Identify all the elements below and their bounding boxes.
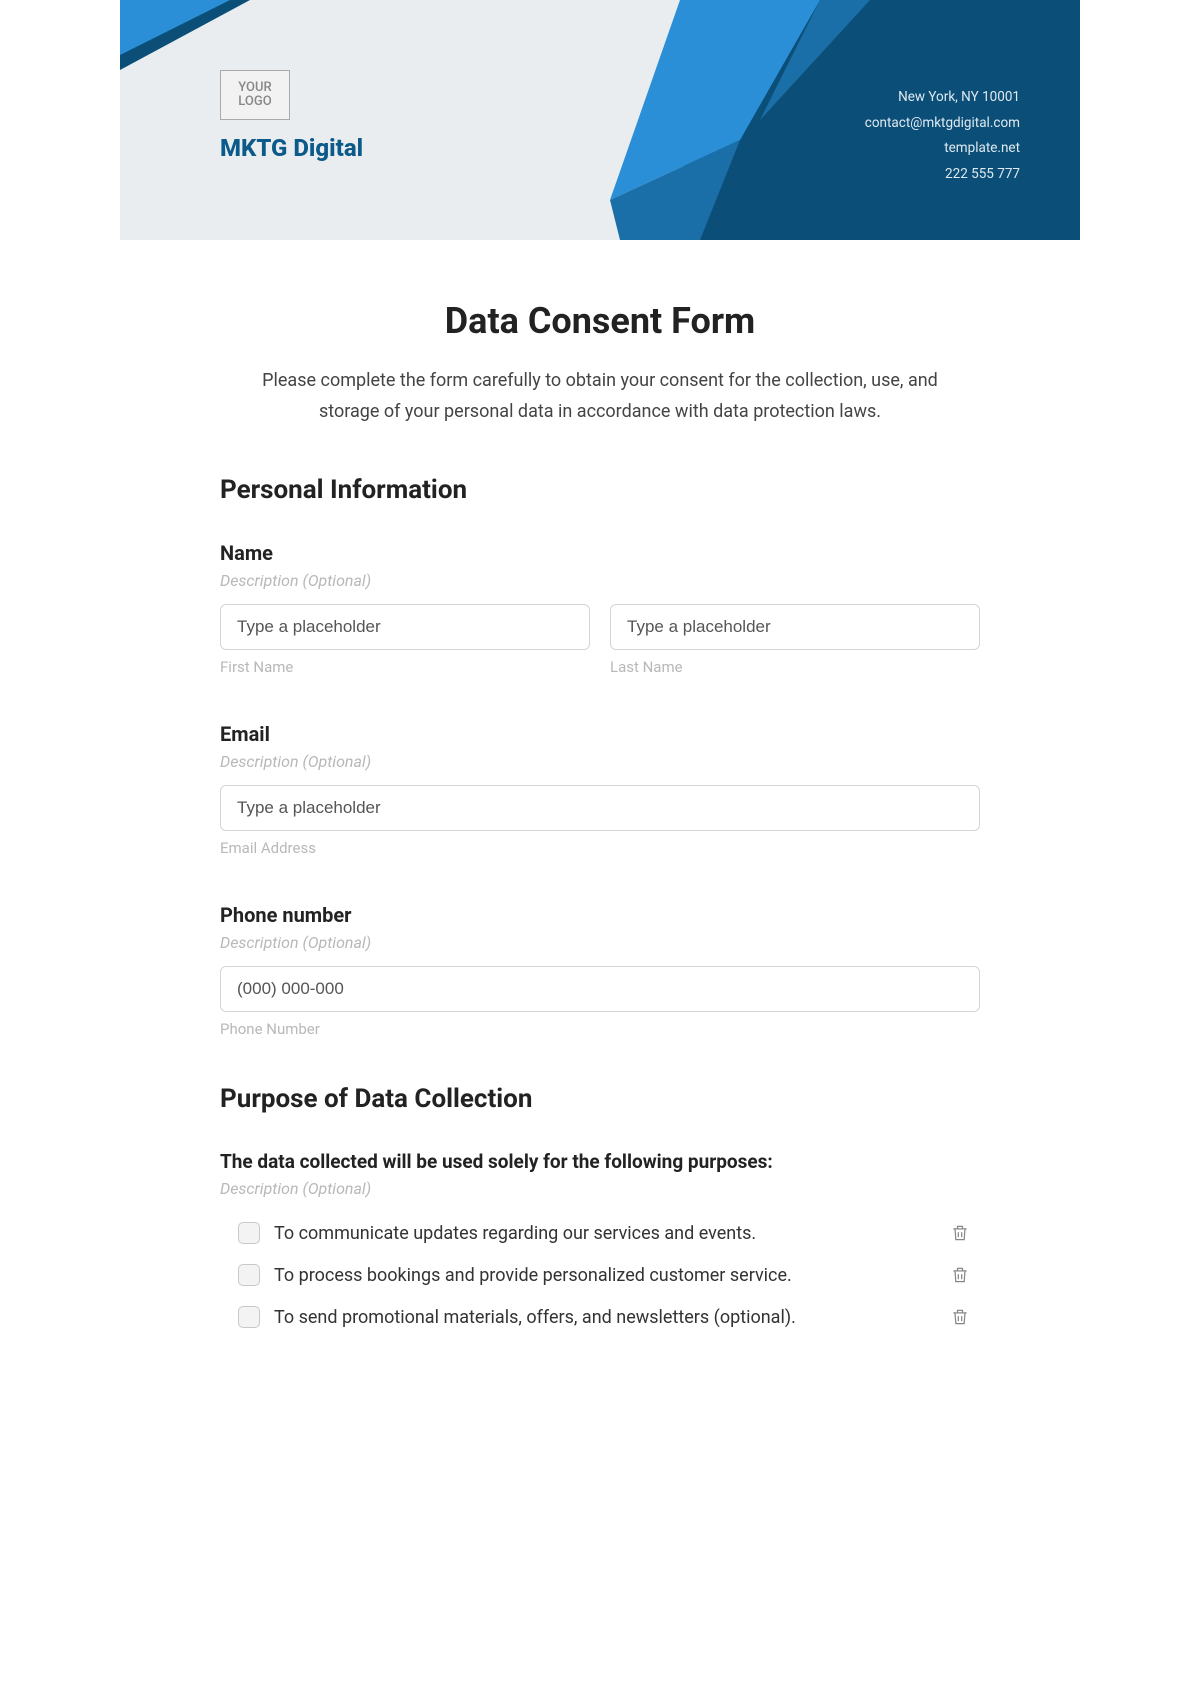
purpose-desc: Description (Optional) bbox=[220, 1179, 980, 1198]
purpose-intro: The data collected will be used solely f… bbox=[220, 1150, 980, 1173]
phone-label: Phone number bbox=[220, 903, 980, 927]
form-title: Data Consent Form bbox=[220, 300, 980, 342]
phone-sublabel: Phone Number bbox=[220, 1020, 980, 1038]
section-purpose-heading: Purpose of Data Collection bbox=[220, 1084, 980, 1114]
purpose-checkbox-0[interactable] bbox=[238, 1222, 260, 1244]
name-label: Name bbox=[220, 541, 980, 565]
trash-icon[interactable] bbox=[950, 1264, 970, 1286]
logo-block: YOUR LOGO MKTG Digital bbox=[220, 70, 363, 162]
purpose-label-2: To send promotional materials, offers, a… bbox=[274, 1307, 936, 1328]
email-desc: Description (Optional) bbox=[220, 752, 980, 771]
brand-name: MKTG Digital bbox=[220, 134, 363, 162]
contact-phone: 222 555 777 bbox=[865, 162, 1020, 188]
field-email: Email Description (Optional) Email Addre… bbox=[220, 722, 980, 857]
form-content: Data Consent Form Please complete the fo… bbox=[120, 240, 1080, 1338]
first-name-sublabel: First Name bbox=[220, 658, 590, 676]
field-purpose: The data collected will be used solely f… bbox=[220, 1150, 980, 1338]
contact-site: template.net bbox=[865, 136, 1020, 162]
purpose-checkbox-1[interactable] bbox=[238, 1264, 260, 1286]
purpose-checkbox-2[interactable] bbox=[238, 1306, 260, 1328]
email-label: Email bbox=[220, 722, 980, 746]
phone-input[interactable] bbox=[220, 966, 980, 1012]
purpose-item-0: To communicate updates regarding our ser… bbox=[238, 1212, 980, 1254]
purpose-item-1: To process bookings and provide personal… bbox=[238, 1254, 980, 1296]
purpose-label-0: To communicate updates regarding our ser… bbox=[274, 1223, 936, 1244]
trash-icon[interactable] bbox=[950, 1222, 970, 1244]
form-page: YOUR LOGO MKTG Digital New York, NY 1000… bbox=[120, 0, 1080, 1338]
section-personal-heading: Personal Information bbox=[220, 475, 980, 505]
email-input[interactable] bbox=[220, 785, 980, 831]
last-name-sublabel: Last Name bbox=[610, 658, 980, 676]
email-sublabel: Email Address bbox=[220, 839, 980, 857]
trash-icon[interactable] bbox=[950, 1306, 970, 1328]
logo-placeholder: YOUR LOGO bbox=[220, 70, 290, 120]
contact-email: contact@mktgdigital.com bbox=[865, 111, 1020, 137]
last-name-input[interactable] bbox=[610, 604, 980, 650]
purpose-item-2: To send promotional materials, offers, a… bbox=[238, 1296, 980, 1338]
field-name: Name Description (Optional) First Name L… bbox=[220, 541, 980, 676]
field-phone: Phone number Description (Optional) Phon… bbox=[220, 903, 980, 1038]
contact-info: New York, NY 10001 contact@mktgdigital.c… bbox=[865, 85, 1020, 188]
purpose-label-1: To process bookings and provide personal… bbox=[274, 1265, 936, 1286]
first-name-input[interactable] bbox=[220, 604, 590, 650]
phone-desc: Description (Optional) bbox=[220, 933, 980, 952]
logo-placeholder-text: YOUR LOGO bbox=[221, 81, 289, 110]
letterhead-header: YOUR LOGO MKTG Digital New York, NY 1000… bbox=[120, 0, 1080, 240]
name-desc: Description (Optional) bbox=[220, 571, 980, 590]
contact-address: New York, NY 10001 bbox=[865, 85, 1020, 111]
form-intro: Please complete the form carefully to ob… bbox=[220, 366, 980, 427]
